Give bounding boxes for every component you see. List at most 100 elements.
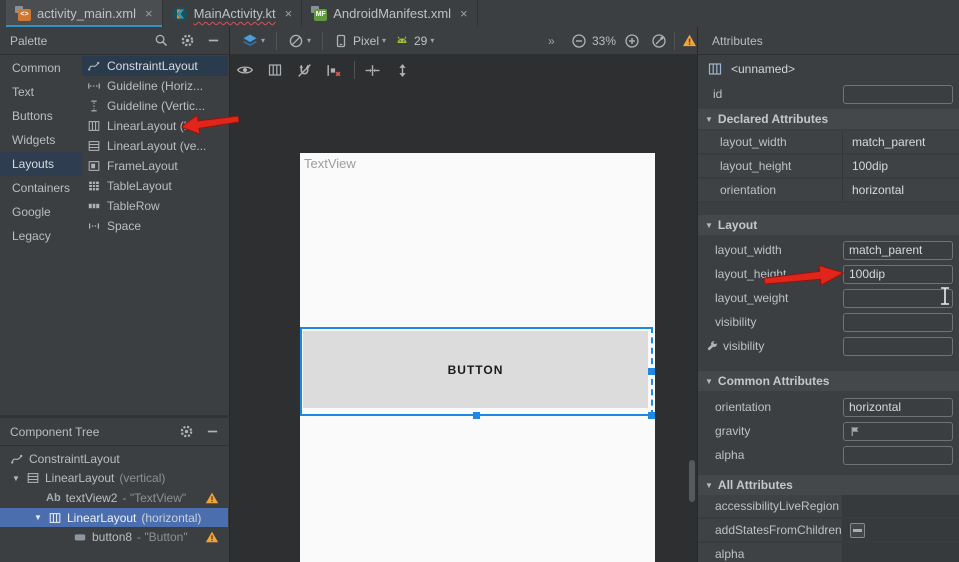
palette-item-guideline-horizontal[interactable]: Guideline (Horiz... (82, 76, 228, 96)
autoconnect-off-button[interactable] (296, 62, 313, 79)
palette-category-google[interactable]: Google (0, 200, 82, 224)
minimize-icon[interactable] (205, 424, 220, 439)
attributes-header: Attributes (698, 27, 959, 55)
button-widget-icon (73, 530, 87, 544)
linearlayout-horizontal-icon (87, 119, 101, 133)
tree-node-linearlayout-vertical[interactable]: ▼ LinearLayout(vertical) (0, 469, 228, 489)
flag-icon (849, 425, 862, 438)
pack-horizontal-button[interactable] (364, 62, 381, 79)
button-widget[interactable]: BUTTON (303, 331, 648, 408)
xml-file-icon: <> (15, 6, 31, 22)
clear-constraints-button[interactable] (325, 62, 342, 79)
attribute-row[interactable]: accessibilityLiveRegion (698, 495, 959, 519)
editor-tab-bar: <> activity_main.xml × MainActivity.kt ×… (0, 0, 959, 28)
palette-category-text[interactable]: Text (0, 80, 82, 104)
view-options-button[interactable] (236, 61, 254, 79)
section-common-attributes[interactable]: ▼ Common Attributes (698, 371, 959, 391)
close-icon[interactable]: × (145, 6, 153, 21)
expand-vertical-button[interactable] (394, 62, 411, 79)
canvas-toolbar (230, 59, 411, 81)
minimize-icon[interactable] (206, 33, 221, 48)
palette-item-framelayout[interactable]: FrameLayout (82, 156, 228, 176)
phone-icon (333, 33, 349, 49)
tab-androidmanifest-xml[interactable]: MF AndroidManifest.xml × (302, 0, 477, 27)
palette-item-tablelayout[interactable]: TableLayout (82, 176, 228, 196)
zoom-out-button[interactable] (571, 27, 587, 54)
orientation-button[interactable]: ▾ (288, 27, 311, 54)
resize-handle-right[interactable] (648, 368, 655, 375)
layout-width-input[interactable]: match_parent (843, 241, 953, 260)
attribute-row[interactable]: addStatesFromChildren (698, 519, 959, 543)
palette-item-linearlayout-horizontal[interactable]: LinearLayout (h... (82, 116, 228, 136)
tab-activity-main-xml[interactable]: <> activity_main.xml × (6, 0, 163, 27)
toolbar-overflow-button[interactable]: » (548, 27, 555, 54)
tree-node-button8[interactable]: button8- "Button" (0, 527, 228, 547)
orientation-input[interactable]: horizontal (843, 398, 953, 417)
manifest-file-icon: MF (311, 6, 327, 22)
zoom-out-icon (571, 33, 587, 49)
chevron-down-icon[interactable]: ▼ (34, 513, 43, 522)
tools-visibility-input[interactable] (843, 337, 953, 356)
kotlin-file-icon (172, 6, 188, 22)
layout-height-input[interactable]: 100dip (843, 265, 953, 284)
attribute-row: gravity (698, 419, 959, 443)
palette-category-containers[interactable]: Containers (0, 176, 82, 200)
tab-mainactivity-kt[interactable]: MainActivity.kt × (163, 0, 303, 27)
chevron-down-icon: ▼ (705, 377, 713, 386)
palette-category-common[interactable]: Common (0, 56, 82, 80)
palette-category-widgets[interactable]: Widgets (0, 128, 82, 152)
palette-category-buttons[interactable]: Buttons (0, 104, 82, 128)
orientation-toggle-button[interactable] (267, 62, 283, 78)
warnings-button[interactable] (682, 27, 697, 54)
attribute-row[interactable]: layout_width match_parent (698, 131, 959, 155)
api-level-selector[interactable]: 29 ▾ (394, 27, 434, 54)
section-layout[interactable]: ▼ Layout (698, 215, 959, 235)
palette-item-linearlayout-vertical[interactable]: LinearLayout (ve... (82, 136, 228, 156)
palette-item-space[interactable]: Space (82, 216, 228, 236)
palette-item-constraintlayout[interactable]: ConstraintLayout (82, 56, 228, 76)
attribute-row[interactable]: orientation horizontal (698, 179, 959, 203)
space-icon (87, 219, 101, 233)
layout-weight-input[interactable] (843, 289, 953, 308)
palette-item-tablerow[interactable]: TableRow (82, 196, 228, 216)
chevron-down-icon[interactable]: ▼ (12, 474, 21, 483)
search-icon[interactable] (154, 33, 169, 48)
tree-node-textview2[interactable]: Ab textView2- "TextView" (0, 488, 228, 508)
design-mode-button[interactable]: ▾ (242, 27, 265, 54)
warning-icon (205, 530, 219, 544)
alpha-input[interactable] (843, 446, 953, 465)
close-icon[interactable]: × (285, 6, 293, 21)
palette-category-layouts[interactable]: Layouts (0, 152, 82, 176)
warning-icon (682, 33, 697, 48)
indeterminate-checkbox[interactable] (850, 523, 865, 538)
zoom-in-button[interactable] (624, 27, 640, 54)
android-icon (394, 33, 410, 49)
zoom-to-fit-button[interactable] (651, 27, 667, 54)
attributes-panel: Attributes <unnamed> id ▼ Declared Attri… (697, 27, 959, 562)
gear-icon[interactable] (180, 33, 195, 48)
design-editor: ▾ ▾ Pixel ▾ 29 ▾ » 33% (230, 27, 697, 562)
attribute-row[interactable]: alpha (698, 543, 959, 562)
section-all-attributes[interactable]: ▼ All Attributes (698, 475, 959, 495)
attribute-row: visibility (698, 334, 959, 358)
tree-node-constraintlayout[interactable]: ConstraintLayout (0, 449, 228, 469)
chevron-down-icon: ▾ (382, 36, 386, 45)
gear-icon[interactable] (179, 424, 194, 439)
gravity-input[interactable] (843, 422, 953, 441)
tree-node-linearlayout-horizontal[interactable]: ▼ LinearLayout(horizontal) (0, 508, 228, 528)
textview-widget[interactable]: TextView (304, 156, 356, 171)
attribute-row: layout_height 100dip (698, 262, 959, 286)
resize-handle-bottom-right[interactable] (648, 412, 655, 419)
resize-handle-bottom[interactable] (473, 412, 480, 419)
linearlayout-vertical-icon (87, 139, 101, 153)
palette-category-legacy[interactable]: Legacy (0, 224, 82, 248)
component-name: <unnamed> (731, 62, 795, 76)
device-selector[interactable]: Pixel ▾ (333, 27, 386, 54)
scrollbar-thumb[interactable] (689, 460, 695, 502)
attribute-row[interactable]: layout_height 100dip (698, 155, 959, 179)
section-declared-attributes[interactable]: ▼ Declared Attributes (698, 109, 959, 129)
palette-item-guideline-vertical[interactable]: Guideline (Vertic... (82, 96, 228, 116)
close-icon[interactable]: × (460, 6, 468, 21)
visibility-input[interactable] (843, 313, 953, 332)
id-input[interactable] (843, 85, 953, 104)
